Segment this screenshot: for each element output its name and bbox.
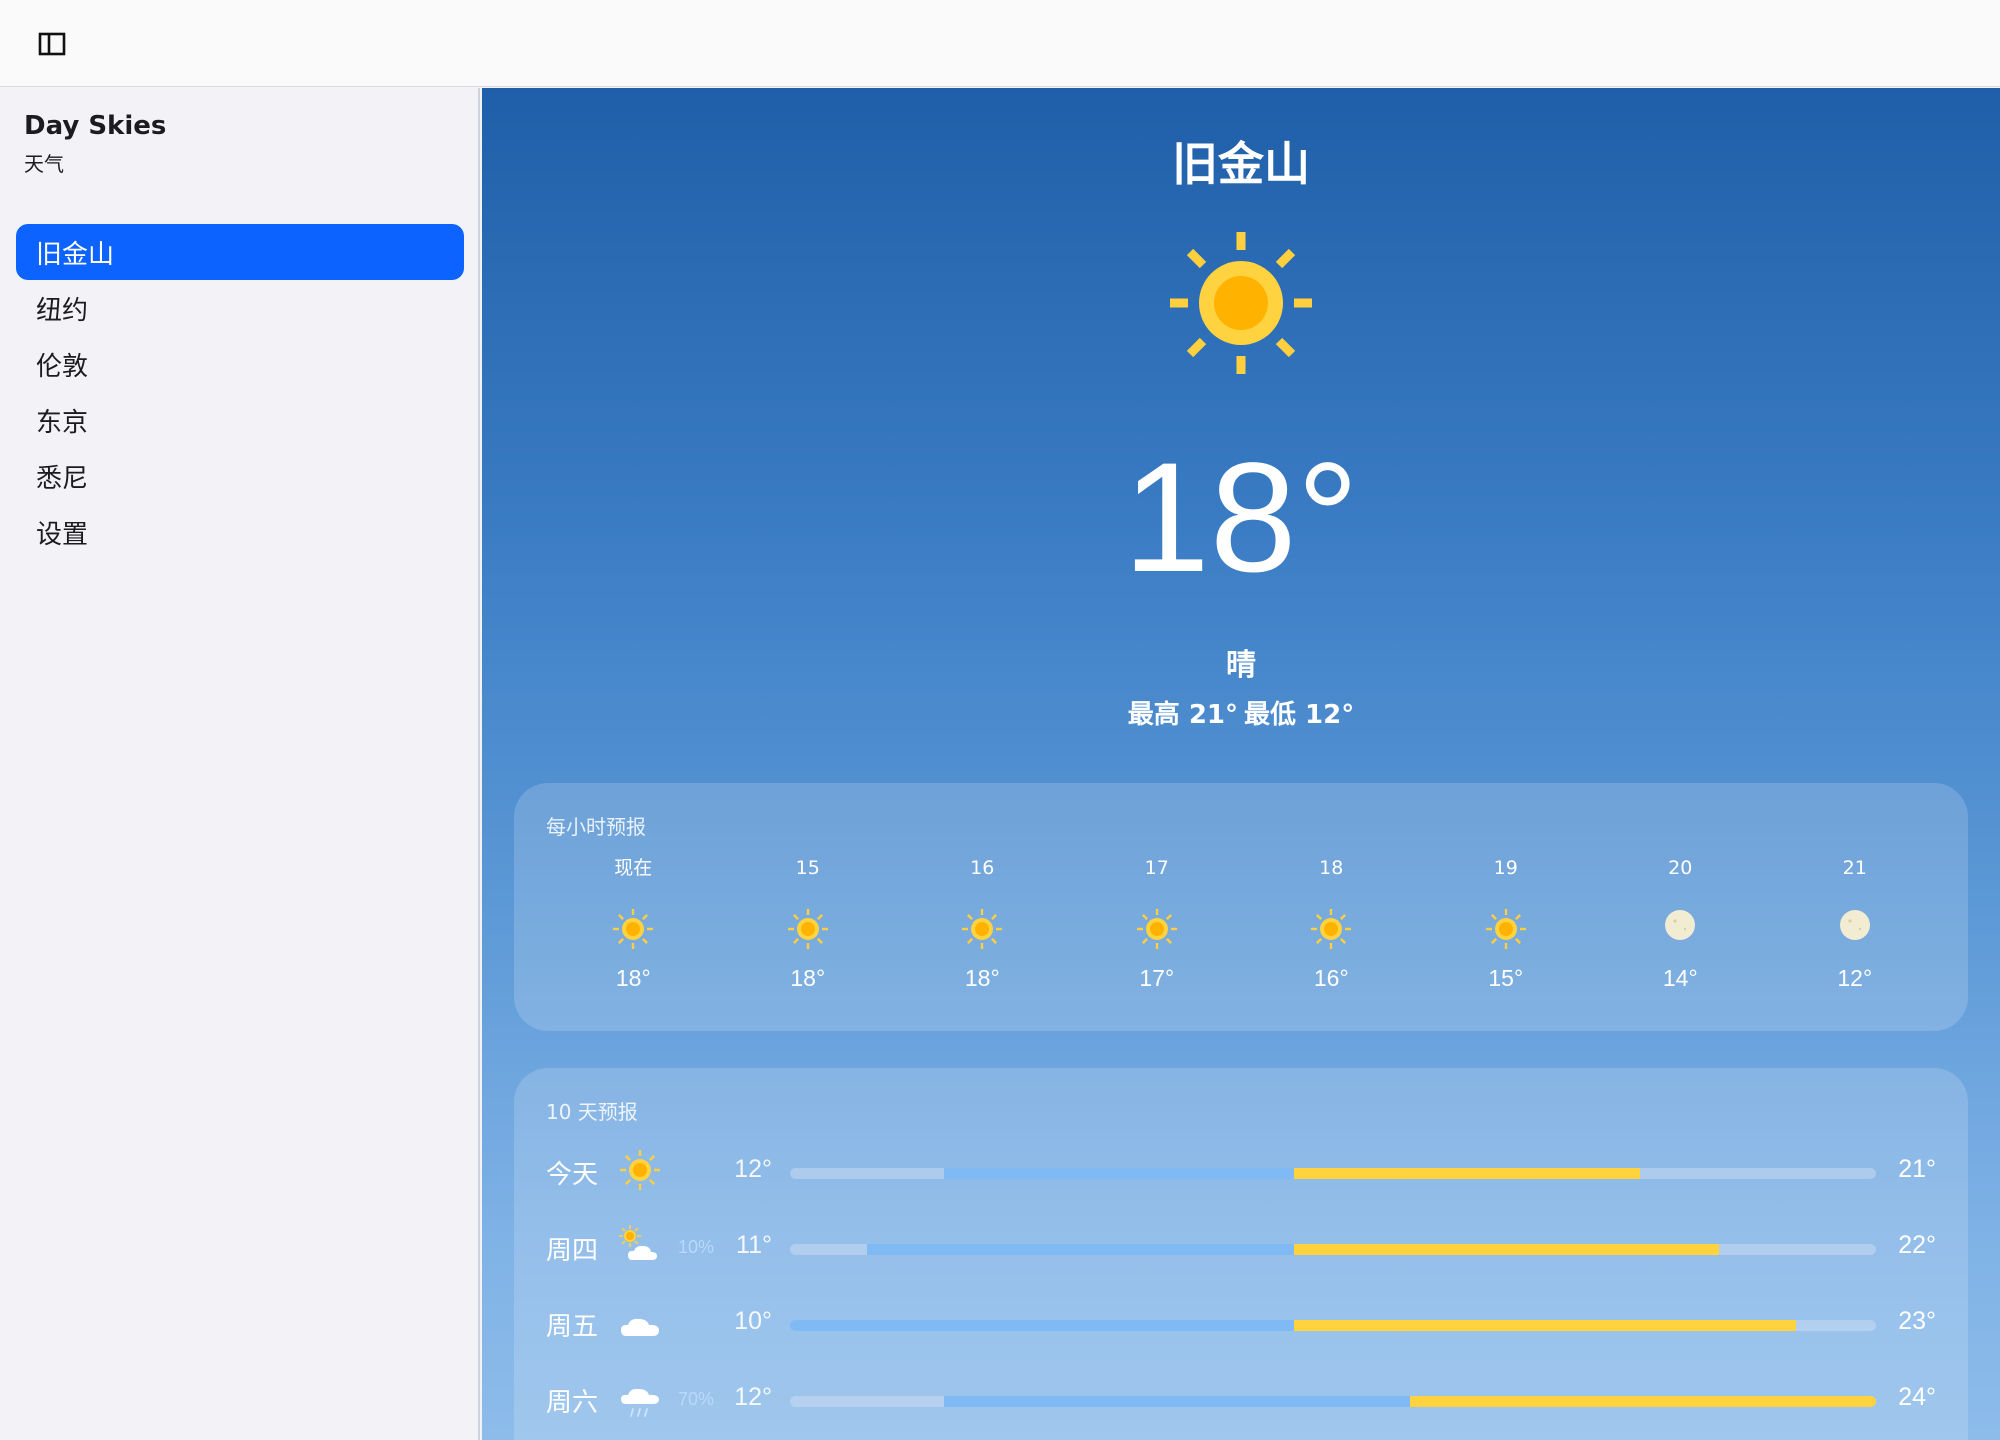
hourly-item: 现在 18° bbox=[546, 855, 721, 992]
sidebar-item-label: 纽约 bbox=[36, 295, 89, 326]
hourly-item: 16 18° bbox=[895, 855, 1070, 992]
daily-forecast-row: 周四 10% 11° 22° bbox=[546, 1216, 1936, 1292]
high-temperature: 最高 21° bbox=[1127, 700, 1238, 730]
daily-forecast-row: 周五 10° 23° bbox=[546, 1292, 1936, 1368]
hour-label: 现在 bbox=[614, 857, 653, 879]
temperature-range-bar bbox=[790, 1396, 1876, 1407]
cloud-icon bbox=[621, 1318, 659, 1336]
hour-temperature: 14° bbox=[1662, 965, 1698, 991]
temperature-range-cool bbox=[944, 1168, 1294, 1179]
sidebar-item-tokyo[interactable]: 东京 bbox=[16, 392, 464, 448]
temperature-range-bar bbox=[790, 1168, 1876, 1179]
sun-icon bbox=[962, 909, 1003, 949]
hour-temperature: 15° bbox=[1488, 965, 1524, 991]
day-high-temperature: 24° bbox=[1898, 1383, 1936, 1411]
hour-temperature: 18° bbox=[615, 965, 651, 991]
day-name: 周五 bbox=[546, 1312, 599, 1342]
hourly-forecast-list: 现在 18° 15 18° 16 18° 17 17° 18 16° 19 15° 20 14° 21 12° bbox=[546, 855, 1942, 992]
daily-forecast-list: 今天 12° 21° 周四 10% 11° 22° 周五 10° 23° 周六 70% 12° 24° bbox=[546, 1140, 1936, 1440]
day-low-temperature: 12° bbox=[734, 1155, 772, 1183]
hourly-item: 21 12° bbox=[1768, 855, 1943, 992]
temperature-range-bar bbox=[790, 1244, 1876, 1255]
day-low-temperature: 12° bbox=[734, 1383, 772, 1411]
hourly-forecast-card: 每小时预报 现在 18° 15 18° 16 18° 17 17° 18 16° 19 15° 20 14… bbox=[514, 783, 1968, 1031]
sidebar-item-label: 伦敦 bbox=[36, 351, 89, 382]
temperature-range-cool bbox=[944, 1396, 1411, 1407]
hourly-item: 17 17° bbox=[1070, 855, 1245, 992]
sun-icon bbox=[1311, 909, 1352, 949]
hour-label: 16 bbox=[970, 857, 995, 879]
sidebar-nav: 旧金山 纽约 伦敦 东京 悉尼 设置 bbox=[16, 224, 464, 560]
day-high-temperature: 23° bbox=[1898, 1307, 1936, 1335]
hour-temperature: 12° bbox=[1837, 965, 1873, 991]
hour-label: 18 bbox=[1319, 857, 1344, 879]
sidebar-item-settings[interactable]: 设置 bbox=[16, 504, 464, 560]
temperature-range-warm bbox=[1293, 1320, 1796, 1331]
hour-label: 17 bbox=[1144, 857, 1169, 879]
low-temperature: 最低 12° bbox=[1244, 700, 1355, 730]
sidebar-item-label: 悉尼 bbox=[36, 463, 89, 494]
day-high-temperature: 22° bbox=[1898, 1231, 1936, 1259]
hour-temperature: 17° bbox=[1139, 965, 1175, 991]
sidebar-item-new-york[interactable]: 纽约 bbox=[16, 280, 464, 336]
temperature-range-cool bbox=[790, 1320, 1294, 1331]
precipitation-chance: 70% bbox=[677, 1389, 714, 1409]
sun-icon bbox=[613, 909, 654, 949]
temperature-range-warm bbox=[1293, 1244, 1719, 1255]
city-name: 旧金山 bbox=[1172, 137, 1310, 191]
hour-temperature: 18° bbox=[964, 965, 1000, 991]
temperature-range-warm bbox=[1293, 1168, 1641, 1179]
moon-icon bbox=[1665, 910, 1696, 940]
daily-forecast-title: 10 天预报 bbox=[546, 1100, 638, 1124]
weather-detail: 旧金山 18° 晴 最高 21° 最低 12° 每小时预报 现在 18° 15 18° 1… bbox=[482, 88, 2000, 1440]
sun-icon bbox=[1170, 232, 1312, 374]
sun-icon bbox=[1136, 909, 1177, 949]
temperature-range-bar bbox=[790, 1320, 1876, 1331]
hour-label: 21 bbox=[1842, 857, 1867, 879]
daily-forecast-row: 周六 70% 12° 24° bbox=[546, 1368, 1936, 1440]
sidebar-item-london[interactable]: 伦敦 bbox=[16, 336, 464, 392]
current-condition: 晴 bbox=[1226, 648, 1256, 683]
hour-temperature: 18° bbox=[790, 965, 826, 991]
hourly-item: 15 18° bbox=[721, 855, 896, 992]
sun-icon bbox=[1485, 909, 1526, 949]
sidebar-item-label: 东京 bbox=[36, 407, 89, 438]
hour-label: 15 bbox=[795, 857, 820, 879]
sidebar-toggle-icon[interactable] bbox=[36, 29, 70, 59]
moon-icon bbox=[1839, 910, 1870, 940]
high-low-temperature: 最高 21° 最低 12° bbox=[482, 694, 2000, 731]
sun-icon bbox=[620, 1150, 660, 1190]
daily-forecast-card: 10 天预报 今天 12° 21° 周四 10% 11° 22° 周五 10° 23° 周六 70% 1… bbox=[514, 1068, 1968, 1440]
temperature-range-warm bbox=[1410, 1396, 1876, 1407]
sidebar-item-label: 设置 bbox=[36, 519, 89, 550]
day-low-temperature: 10° bbox=[734, 1307, 772, 1335]
hourly-item: 19 15° bbox=[1419, 855, 1594, 992]
hour-label: 20 bbox=[1668, 857, 1693, 879]
app-title: Day Skies bbox=[24, 111, 167, 141]
app-subtitle: 天气 bbox=[24, 152, 64, 176]
day-name: 周六 bbox=[546, 1388, 599, 1418]
current-temperature: 18° bbox=[1123, 431, 1359, 605]
hourly-item: 20 14° bbox=[1593, 855, 1768, 992]
day-name: 今天 bbox=[546, 1160, 599, 1190]
sun-icon bbox=[787, 909, 828, 949]
temperature-range-cool bbox=[867, 1244, 1294, 1255]
day-low-temperature: 11° bbox=[736, 1231, 772, 1259]
day-high-temperature: 21° bbox=[1898, 1155, 1936, 1183]
sidebar-item-sydney[interactable]: 悉尼 bbox=[16, 448, 464, 504]
sidebar-item-san-francisco[interactable]: 旧金山 bbox=[16, 224, 464, 280]
day-name: 周四 bbox=[546, 1236, 599, 1266]
hourly-item: 18 16° bbox=[1244, 855, 1419, 992]
sidebar-item-label: 旧金山 bbox=[36, 239, 115, 270]
precipitation-chance: 10% bbox=[677, 1237, 714, 1257]
sidebar: Day Skies 天气 旧金山 纽约 伦敦 东京 悉尼 设置 bbox=[0, 88, 480, 1440]
title-bar bbox=[0, 0, 2000, 87]
hourly-forecast-title: 每小时预报 bbox=[546, 815, 646, 839]
daily-forecast-row: 今天 12° 21° bbox=[546, 1140, 1936, 1216]
hour-temperature: 16° bbox=[1313, 965, 1349, 991]
hour-label: 19 bbox=[1493, 857, 1518, 879]
